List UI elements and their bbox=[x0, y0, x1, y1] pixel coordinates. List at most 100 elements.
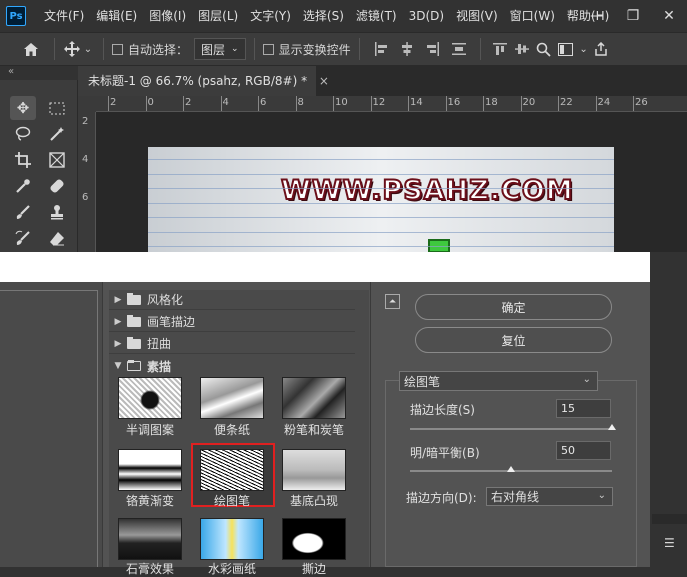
thumbnail-water-paper[interactable] bbox=[200, 518, 264, 560]
stroke-length-slider-thumb[interactable] bbox=[608, 424, 616, 430]
dialog-title-strip bbox=[0, 252, 650, 282]
menu-layer[interactable]: 图层(L) bbox=[192, 0, 244, 32]
menu-3d[interactable]: 3D(D) bbox=[403, 0, 450, 32]
ruler-tick bbox=[558, 96, 559, 111]
category-distort[interactable]: ▶ 扭曲 bbox=[109, 334, 355, 354]
thumbnail-plaster[interactable] bbox=[118, 518, 182, 560]
ruler-tick bbox=[220, 96, 222, 111]
eyedropper-icon[interactable] bbox=[10, 174, 36, 198]
thumbnail-chalk-charcoal[interactable] bbox=[282, 377, 346, 419]
history-brush-icon[interactable] bbox=[10, 226, 36, 250]
thumbnail-chrome[interactable] bbox=[118, 449, 182, 491]
crop-tool-icon[interactable] bbox=[10, 148, 36, 172]
ruler-tick bbox=[520, 96, 522, 111]
ok-button[interactable]: 确定 bbox=[415, 294, 612, 320]
brush-tool-icon[interactable] bbox=[10, 200, 36, 224]
thumbnail-graphic-pen[interactable] bbox=[200, 449, 264, 491]
close-window-button[interactable]: ✕ bbox=[651, 0, 687, 32]
category-stylize[interactable]: ▶ 风格化 bbox=[109, 290, 355, 310]
photoshop-logo: Ps bbox=[6, 6, 26, 26]
toolbar-collapse[interactable]: « bbox=[0, 66, 78, 80]
lasso-tool-icon[interactable] bbox=[10, 122, 36, 146]
menu-window[interactable]: 窗口(W) bbox=[504, 0, 561, 32]
preview-pane[interactable] bbox=[0, 282, 103, 567]
stroke-length-label: 描边长度(S) bbox=[410, 403, 475, 417]
reset-button[interactable]: 复位 bbox=[415, 327, 612, 353]
ruler-tick-label: 2 bbox=[185, 97, 192, 108]
filter-select-value: 绘图笔 bbox=[404, 374, 441, 389]
category-scrollbar[interactable] bbox=[355, 290, 369, 567]
paper-line bbox=[148, 202, 614, 204]
auto-select-value: 图层 bbox=[201, 42, 226, 57]
paper-line bbox=[148, 159, 614, 160]
collapse-gallery-icon[interactable]: ⏶ bbox=[385, 294, 400, 309]
light-dark-slider-thumb[interactable] bbox=[507, 466, 515, 472]
stroke-direction-select[interactable]: 右对角线 ⌄ bbox=[486, 487, 613, 506]
thumbnail-label: 粉笔和炭笔 bbox=[283, 423, 344, 437]
ruler-tick-label: 6 bbox=[260, 97, 267, 108]
horizontal-ruler: 2 0 2 4 6 8 10 12 14 16 18 20 22 24 26 bbox=[96, 96, 687, 112]
thumbnail-torn-edges[interactable] bbox=[282, 518, 346, 560]
auto-select-checkbox[interactable] bbox=[112, 43, 123, 55]
search-icon[interactable] bbox=[533, 42, 555, 57]
filter-select[interactable]: 绘图笔 ⌄ bbox=[399, 371, 598, 391]
home-icon[interactable] bbox=[16, 42, 46, 57]
menu-file[interactable]: 文件(F) bbox=[38, 0, 90, 32]
paper-line bbox=[148, 246, 614, 247]
thumbnail-label: 水彩画纸 bbox=[207, 562, 256, 576]
menu-view[interactable]: 视图(V) bbox=[450, 0, 504, 32]
show-transform-checkbox[interactable] bbox=[262, 43, 274, 55]
ruler-tick-label: 16 bbox=[447, 97, 461, 108]
panel-tab bbox=[652, 514, 687, 524]
thumbnail-halftone[interactable] bbox=[118, 377, 182, 419]
menu-image[interactable]: 图像(I) bbox=[143, 0, 192, 32]
ruler-tick bbox=[108, 96, 109, 111]
menu-select[interactable]: 选择(S) bbox=[297, 0, 350, 32]
thumbnail-label: 便条纸 bbox=[213, 423, 250, 437]
magic-wand-icon[interactable] bbox=[44, 122, 70, 146]
paper-line bbox=[148, 217, 614, 218]
chevron-down-icon[interactable]: ⌄ bbox=[577, 44, 591, 55]
panel-menu-icon[interactable]: ☰ bbox=[664, 536, 675, 550]
align-left-icon[interactable] bbox=[368, 42, 394, 56]
marquee-tool-icon[interactable] bbox=[44, 96, 70, 120]
menu-filter[interactable]: 滤镜(T) bbox=[350, 0, 403, 32]
healing-brush-icon[interactable] bbox=[44, 174, 70, 198]
document-canvas[interactable]: WWW.PSAHZ.COM bbox=[148, 147, 614, 252]
chevron-down-icon: ⌄ bbox=[582, 374, 591, 385]
eraser-tool-icon[interactable] bbox=[44, 226, 70, 250]
stroke-length-slider[interactable] bbox=[410, 428, 612, 430]
category-brush-strokes[interactable]: ▶ 画笔描边 bbox=[109, 312, 355, 332]
ruler-tick-label: 2 bbox=[110, 97, 117, 108]
light-dark-input[interactable]: 50 bbox=[556, 441, 611, 460]
thumbnail-bas-relief[interactable] bbox=[282, 449, 346, 491]
minimize-button[interactable]: — bbox=[579, 0, 615, 32]
ruler-tick-label: 20 bbox=[522, 97, 536, 108]
align-center-icon[interactable] bbox=[394, 42, 420, 56]
stamp-tool-icon[interactable] bbox=[44, 200, 70, 224]
ruler-tick-label: 4 bbox=[222, 97, 229, 108]
separator bbox=[54, 38, 55, 60]
align-middle-icon[interactable] bbox=[511, 42, 533, 56]
align-top-icon[interactable] bbox=[489, 42, 511, 56]
thumbnail-label: 铬黄渐变 bbox=[125, 494, 174, 508]
menu-type[interactable]: 文字(Y) bbox=[244, 0, 297, 32]
thumbnail-note-paper[interactable] bbox=[200, 377, 264, 419]
ruler-tick-label: 6 bbox=[82, 192, 89, 203]
align-right-icon[interactable] bbox=[420, 42, 446, 56]
move-tool-icon[interactable]: ✥ bbox=[10, 96, 36, 120]
menu-edit[interactable]: 编辑(E) bbox=[90, 0, 143, 32]
workspace-icon[interactable] bbox=[555, 42, 577, 56]
auto-select-dropdown[interactable]: 图层 ⌄ bbox=[194, 38, 246, 60]
chevron-down-icon[interactable]: ⌄ bbox=[81, 44, 95, 55]
chevron-right-icon: ▶ bbox=[114, 294, 122, 305]
category-sketch[interactable]: ▼ 素描 bbox=[109, 356, 355, 376]
distribute-icon[interactable] bbox=[446, 42, 472, 56]
document-tab[interactable]: 未标题-1 @ 66.7% (psahz, RGB/8#) * × bbox=[78, 66, 329, 96]
close-icon[interactable]: × bbox=[319, 74, 329, 88]
frame-tool-icon[interactable] bbox=[44, 148, 70, 172]
move-tool-icon[interactable] bbox=[63, 41, 81, 57]
stroke-length-input[interactable]: 15 bbox=[556, 399, 611, 418]
restore-button[interactable]: ❐ bbox=[615, 0, 651, 32]
share-icon[interactable] bbox=[591, 42, 611, 56]
